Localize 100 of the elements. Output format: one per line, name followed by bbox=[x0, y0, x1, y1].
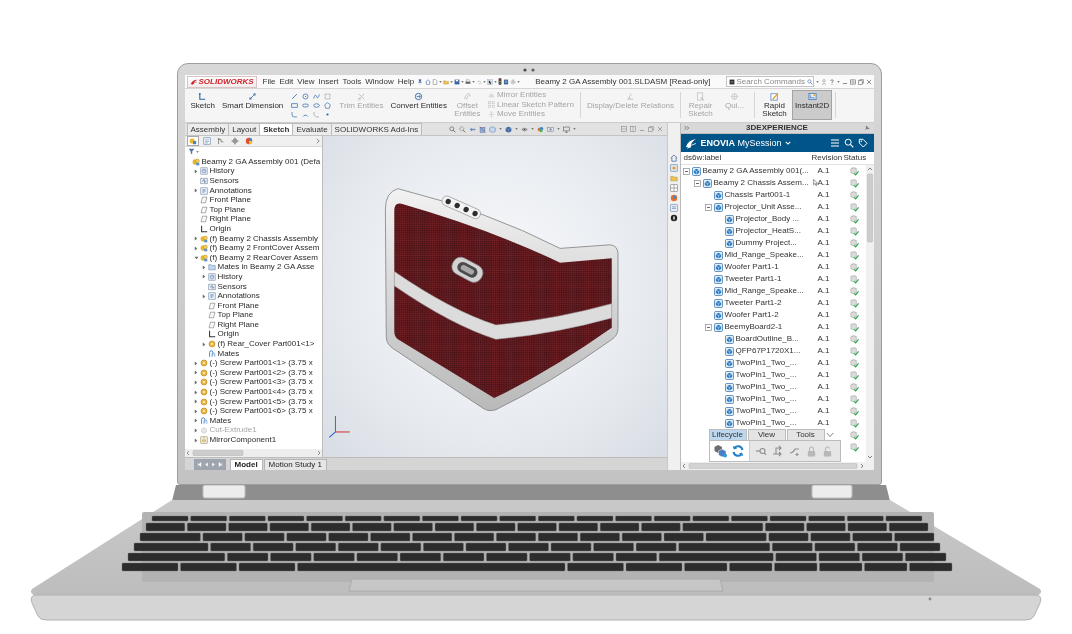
double-chevron-icon[interactable] bbox=[683, 125, 690, 131]
tree-item[interactable]: QFP67P1720X1... bbox=[735, 347, 801, 355]
tree-item[interactable]: Woofer Part1-1 bbox=[724, 263, 779, 271]
chevron-right-icon[interactable] bbox=[315, 138, 320, 144]
dropdown-caret-icon[interactable] bbox=[499, 128, 503, 130]
bottom-tab[interactable]: Motion Study 1 bbox=[263, 459, 327, 470]
menu-item[interactable]: Insert bbox=[317, 77, 340, 86]
dropdown-caret-icon[interactable] bbox=[195, 150, 199, 153]
fillet-icon[interactable] bbox=[291, 110, 299, 118]
search-icon[interactable] bbox=[843, 138, 854, 148]
bottom-tab[interactable]: Model bbox=[229, 459, 263, 470]
unlock-icon[interactable] bbox=[821, 445, 833, 457]
branch-arrows-icon[interactable] bbox=[771, 445, 784, 457]
vertical-scrollbar[interactable] bbox=[865, 165, 874, 462]
restore-icon[interactable] bbox=[647, 126, 654, 132]
line-icon[interactable] bbox=[291, 92, 299, 100]
document-icon[interactable] bbox=[503, 78, 510, 85]
command-tab[interactable]: Sketch bbox=[259, 123, 294, 135]
previous-arrow-icon[interactable] bbox=[203, 462, 209, 467]
home-icon[interactable] bbox=[669, 154, 678, 162]
tree-item[interactable]: Tweeter Part1-2 bbox=[724, 299, 782, 307]
tree-item[interactable]: MirrorComponent1 bbox=[209, 436, 277, 444]
monitor-icon[interactable] bbox=[563, 125, 571, 133]
tree-item[interactable]: (f) Beamy 2 FrontCover Assem bbox=[209, 244, 320, 253]
tree-item[interactable]: Front Plane bbox=[217, 301, 259, 310]
horizontal-scrollbar[interactable] bbox=[680, 462, 874, 470]
app-switcher-button[interactable]: ENOVIA MySession bbox=[700, 138, 791, 148]
command-tab[interactable]: Assembly bbox=[186, 123, 230, 135]
slot-icon[interactable] bbox=[302, 101, 310, 109]
grid-icon[interactable] bbox=[669, 184, 678, 192]
sphere-icon[interactable] bbox=[669, 194, 678, 202]
circle-icon[interactable] bbox=[302, 92, 310, 100]
panel-tab[interactable] bbox=[228, 136, 241, 146]
tree-item[interactable]: (-) Screw Part001<2> (3.75 x bbox=[209, 368, 313, 377]
dropdown-caret-icon[interactable] bbox=[517, 80, 521, 83]
caret-right-icon[interactable] bbox=[194, 379, 198, 385]
tree-item[interactable]: Mid_Range_Speake... bbox=[724, 251, 804, 259]
column-header[interactable]: Revision bbox=[809, 154, 842, 162]
home-icon[interactable] bbox=[425, 78, 432, 85]
tree-item[interactable]: Dummy Project... bbox=[735, 239, 797, 247]
tree-item[interactable]: (f) Beamy 2 RearCover Assem bbox=[209, 253, 318, 262]
refresh-icon[interactable] bbox=[730, 444, 745, 458]
tree-item[interactable]: History bbox=[217, 272, 243, 281]
caret-right-icon[interactable] bbox=[202, 341, 206, 347]
dropdown-caret-icon[interactable] bbox=[461, 80, 465, 83]
menu-icon[interactable] bbox=[829, 138, 840, 148]
dropdown-caret-icon[interactable] bbox=[557, 128, 561, 130]
back-arrow-icon[interactable] bbox=[469, 125, 477, 133]
spheres-icon[interactable] bbox=[537, 125, 545, 133]
tag-icon[interactable] bbox=[857, 138, 868, 148]
tree-item[interactable]: Projector_Unit Asse... bbox=[724, 203, 802, 211]
command-tab[interactable]: SOLIDWORKS Add-Ins bbox=[330, 123, 423, 135]
open-folder-icon[interactable] bbox=[443, 78, 450, 85]
tree-item[interactable]: Chassis Part001-1 bbox=[724, 191, 791, 199]
tree-item[interactable]: Mates bbox=[209, 416, 232, 425]
pointer-icon[interactable] bbox=[487, 78, 494, 85]
scene-icon[interactable] bbox=[547, 125, 555, 133]
caret-right-icon[interactable] bbox=[194, 188, 198, 194]
caret-right-icon[interactable] bbox=[194, 370, 198, 376]
tree-item[interactable]: BoardOutline_B... bbox=[735, 335, 799, 343]
tree-item[interactable]: Mid_Range_Speake... bbox=[724, 287, 804, 295]
tree-item[interactable]: Mates in Beamy 2 GA Asse bbox=[217, 263, 315, 272]
tree-item[interactable]: (-) Screw Part001<4> (3.75 x bbox=[209, 388, 313, 397]
save-icon[interactable] bbox=[454, 78, 461, 85]
dropdown-caret-icon[interactable] bbox=[531, 128, 535, 130]
tree-item[interactable]: Sensors bbox=[217, 282, 247, 291]
tree-item[interactable]: Projector_Body ... bbox=[735, 215, 800, 223]
dropdown-caret-icon[interactable] bbox=[573, 128, 577, 130]
zoom-icon[interactable] bbox=[449, 125, 457, 133]
minus-box-icon[interactable] bbox=[704, 323, 712, 331]
dropdown-caret-icon[interactable] bbox=[815, 80, 819, 83]
tree-item[interactable]: Top Plane bbox=[217, 311, 254, 320]
column-header[interactable]: ds6w:label bbox=[680, 154, 810, 162]
caret-right-icon[interactable] bbox=[202, 293, 206, 299]
dropdown-caret-icon[interactable] bbox=[472, 80, 476, 83]
framed-dot-icon[interactable] bbox=[669, 164, 678, 172]
chevron-down-icon[interactable] bbox=[825, 431, 834, 438]
minus-box-icon[interactable] bbox=[682, 167, 690, 175]
tree-item[interactable]: (f) Beamy 2 Chassis Assembly bbox=[209, 234, 318, 243]
ribbon-button[interactable]: Instant2D bbox=[792, 90, 833, 120]
toolbar-tab[interactable]: View bbox=[747, 429, 786, 440]
tree-item[interactable]: Beamy 2 GA Assembly 001(... bbox=[702, 167, 809, 175]
ribbon-button[interactable]: Rapid Sketch bbox=[758, 90, 792, 120]
caret-right-icon[interactable] bbox=[194, 389, 198, 395]
help-icon[interactable] bbox=[828, 78, 835, 85]
tree-item[interactable]: TwoPin1_Two_... bbox=[735, 419, 797, 427]
tree-item[interactable]: TwoPin1_Two_... bbox=[735, 371, 797, 379]
3d-viewport[interactable] bbox=[322, 136, 667, 457]
tree-item[interactable]: Origin bbox=[209, 224, 231, 233]
ellipse-icon[interactable] bbox=[313, 101, 321, 109]
tree-item[interactable]: Sensors bbox=[209, 177, 239, 185]
app-logo[interactable]: SOLIDWORKS bbox=[186, 75, 257, 88]
menu-item[interactable]: File bbox=[261, 77, 277, 86]
tree-item[interactable]: Annotations bbox=[217, 292, 260, 301]
caret-right-icon[interactable] bbox=[194, 418, 198, 424]
tree-item[interactable]: TwoPin1_Two_... bbox=[735, 359, 797, 367]
pin-icon[interactable] bbox=[417, 78, 424, 85]
point-icon[interactable] bbox=[324, 110, 332, 118]
caret-right-icon[interactable] bbox=[194, 168, 198, 174]
curve-plus-icon[interactable] bbox=[788, 445, 801, 457]
